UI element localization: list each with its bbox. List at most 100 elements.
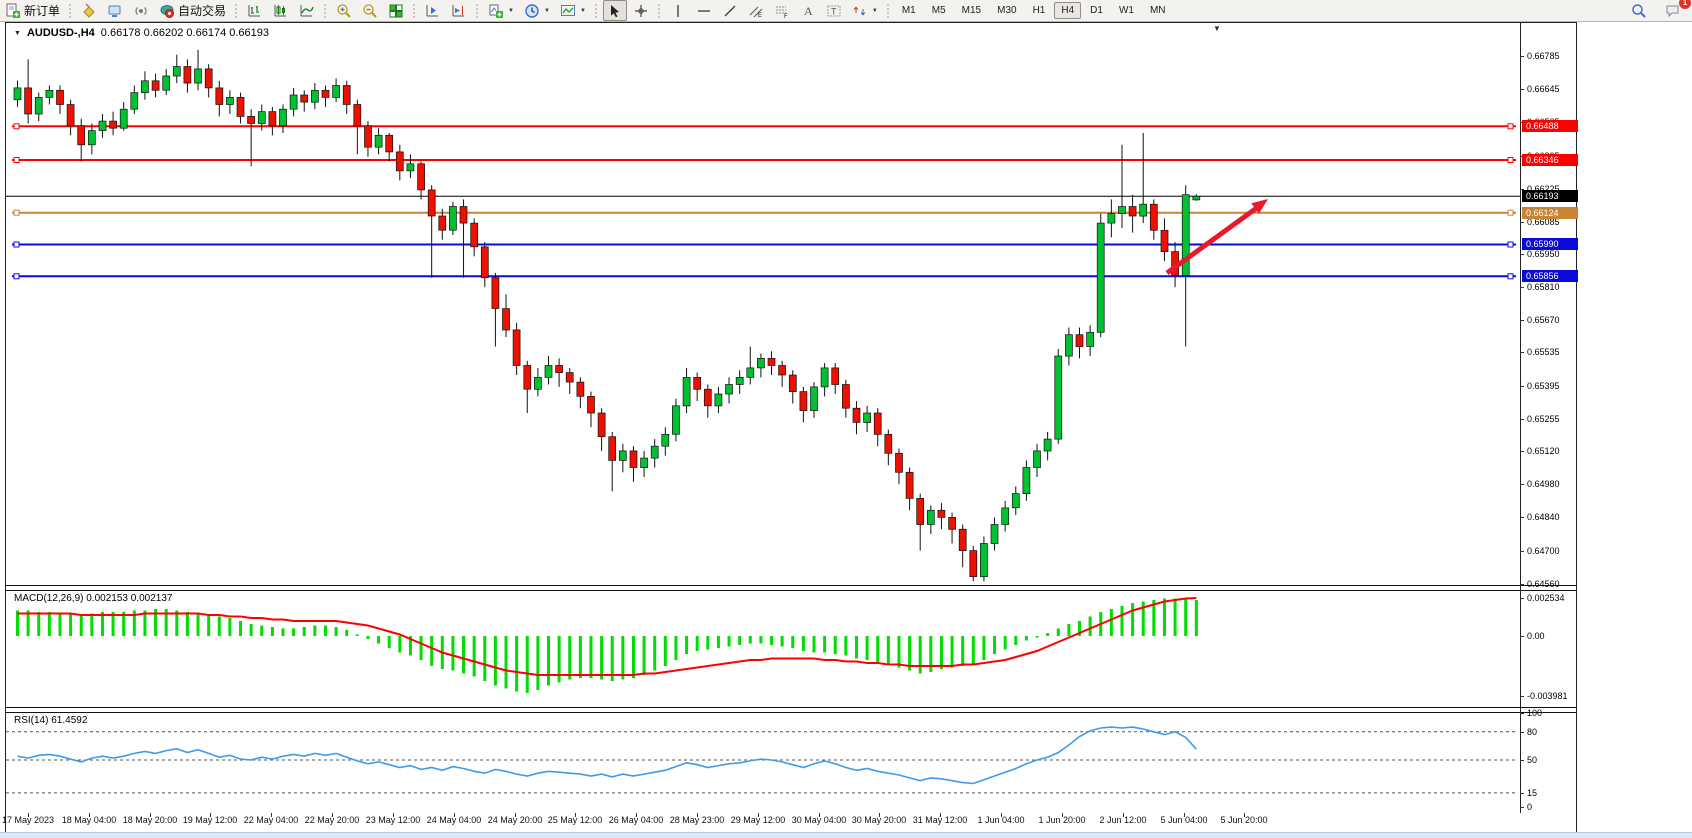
- chat-button[interactable]: 1: [1661, 0, 1685, 21]
- bucket-icon: [81, 3, 97, 19]
- window-bottom-edge: [0, 832, 1692, 838]
- chevron-down-icon: ▼: [872, 8, 878, 14]
- candle-chart-button[interactable]: [269, 0, 293, 21]
- search-button[interactable]: [1627, 0, 1651, 21]
- arrows-icon: [852, 3, 868, 19]
- time-axis-label: 24 May 20:00: [488, 815, 543, 825]
- cursor-icon: [607, 3, 623, 19]
- crosshair-icon: [633, 3, 649, 19]
- timeframe-button-m15[interactable]: M15: [955, 2, 988, 19]
- toolbar-separator: [656, 2, 663, 20]
- line-chart-icon: [299, 3, 315, 19]
- tile-windows-button[interactable]: [384, 0, 408, 21]
- text-label-button[interactable]: T: [822, 0, 846, 21]
- autotrade-icon: [159, 3, 175, 19]
- svg-text:T: T: [831, 6, 837, 16]
- zoom-out-button[interactable]: [358, 0, 382, 21]
- channel-icon: E: [748, 3, 764, 19]
- chevron-down-icon: ▼: [580, 8, 586, 14]
- auto-scroll-icon: [451, 3, 467, 19]
- time-axis-label: 17 May 2023: [2, 815, 54, 825]
- zoom-in-icon: [336, 3, 352, 19]
- chart-window: ▼ AUDUSD-,H4 0.66178 0.66202 0.66174 0.6…: [5, 22, 1577, 834]
- timeframe-button-m30[interactable]: M30: [990, 2, 1023, 19]
- svg-text:E: E: [758, 13, 762, 19]
- periods-icon: [524, 3, 540, 19]
- toolbar-separator: [593, 2, 600, 20]
- time-axis-label: 22 May 20:00: [305, 815, 360, 825]
- time-axis-label: 1 Jun 20:00: [1038, 815, 1085, 825]
- indicators-button[interactable]: ▼: [484, 0, 518, 21]
- toolbar-separator: [67, 2, 74, 20]
- new-order-button[interactable]: 新订单: [1, 0, 64, 21]
- horizontal-line-button[interactable]: [692, 0, 716, 21]
- mt4-terminal: { "toolbar": { "groups": [ [{"icon":"new…: [0, 0, 1692, 838]
- toolbar-separator: [233, 2, 240, 20]
- bar-chart-icon: [247, 3, 263, 19]
- svg-text:A: A: [804, 4, 813, 18]
- timeframe-button-w1[interactable]: W1: [1112, 2, 1141, 19]
- time-axis-label: 28 May 23:00: [670, 815, 725, 825]
- timeframe-button-h1[interactable]: H1: [1026, 2, 1053, 19]
- indicators-icon: [488, 3, 504, 19]
- toolbar-separator: [411, 2, 418, 20]
- time-axis-label: 30 May 04:00: [792, 815, 847, 825]
- styler-button[interactable]: [77, 0, 101, 21]
- time-axis-label: 31 May 12:00: [913, 815, 968, 825]
- terminal-icon: [107, 3, 123, 19]
- hline-icon: [696, 3, 712, 19]
- timeframe-button-h4[interactable]: H4: [1054, 2, 1081, 19]
- line-chart-button[interactable]: [295, 0, 319, 21]
- time-axis-label: 22 May 04:00: [244, 815, 299, 825]
- candle-chart-icon: [273, 3, 289, 19]
- time-axis-label: 19 May 12:00: [183, 815, 238, 825]
- toolbar-separator: [474, 2, 481, 20]
- vertical-line-button[interactable]: [666, 0, 690, 21]
- text-button[interactable]: A: [796, 0, 820, 21]
- bar-chart-button[interactable]: [243, 0, 267, 21]
- autotrading-button[interactable]: 自动交易: [155, 0, 230, 21]
- chart-shift-button[interactable]: [421, 0, 445, 21]
- time-axis-label: 5 Jun 04:00: [1160, 815, 1207, 825]
- toolbar-separator: [322, 2, 329, 20]
- label-icon: T: [826, 3, 842, 19]
- time-axis-label: 18 May 04:00: [62, 815, 117, 825]
- templates-button[interactable]: ▼: [556, 0, 590, 21]
- fibo-icon: F: [774, 3, 790, 19]
- time-axis-label: 23 May 12:00: [366, 815, 421, 825]
- periods-button[interactable]: ▼: [520, 0, 554, 21]
- time-axis-label: 5 Jun 20:00: [1220, 815, 1267, 825]
- top-toolbar: 新订单 自动交易 ▼ ▼ ▼ E FA T ▼ M1M5M15M30H1H4D1W1MN: [0, 0, 1692, 22]
- trendline-button[interactable]: [718, 0, 742, 21]
- zoom-out-icon: [362, 3, 378, 19]
- arrows-button[interactable]: ▼: [848, 0, 882, 21]
- toolbar-button-label: 新订单: [24, 2, 60, 19]
- zoom-in-button[interactable]: [332, 0, 356, 21]
- vline-icon: [670, 3, 686, 19]
- auto-scroll-button[interactable]: [447, 0, 471, 21]
- chevron-down-icon: ▼: [508, 8, 514, 14]
- cursor-button[interactable]: [603, 0, 627, 21]
- equidistant-channel-button[interactable]: E: [744, 0, 768, 21]
- time-axis-label: 2 Jun 12:00: [1099, 815, 1146, 825]
- crosshair-button[interactable]: [629, 0, 653, 21]
- tile-windows-icon: [388, 3, 404, 19]
- time-axis-label: 29 May 12:00: [731, 815, 786, 825]
- time-axis-label: 30 May 20:00: [852, 815, 907, 825]
- timeframe-button-m1[interactable]: M1: [895, 2, 923, 19]
- time-axis[interactable]: 17 May 202318 May 04:0018 May 20:0019 Ma…: [6, 23, 1576, 833]
- timeframe-button-m5[interactable]: M5: [925, 2, 953, 19]
- timeframe-button-d1[interactable]: D1: [1083, 2, 1110, 19]
- chart-shift-icon: [425, 3, 441, 19]
- time-axis-label: 1 Jun 04:00: [977, 815, 1024, 825]
- fibonacci-button[interactable]: F: [770, 0, 794, 21]
- template-icon: [560, 3, 576, 19]
- search-icon: [1631, 3, 1647, 19]
- terminal-button[interactable]: [103, 0, 127, 21]
- time-axis-label: 26 May 04:00: [609, 815, 664, 825]
- timeframe-button-mn[interactable]: MN: [1143, 2, 1173, 19]
- time-axis-label: 25 May 12:00: [548, 815, 603, 825]
- signals-button[interactable]: [129, 0, 153, 21]
- toolbar-button-label: 自动交易: [178, 2, 226, 19]
- toolbar-separator: [885, 2, 892, 20]
